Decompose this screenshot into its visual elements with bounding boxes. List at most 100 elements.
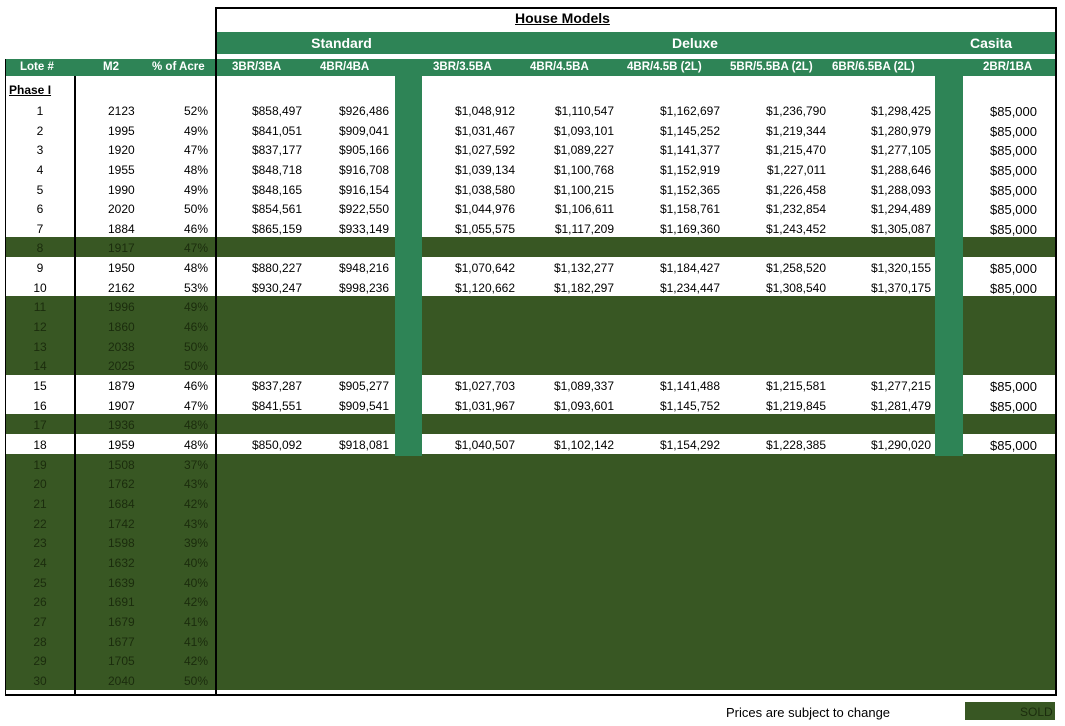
lot-number: 10	[33, 281, 47, 295]
price-cell: $948,216	[338, 261, 389, 275]
price-cell: $1,117,209	[554, 222, 614, 236]
lot-number: 22	[33, 517, 47, 531]
price-cell: $1,145,252	[659, 124, 720, 138]
price-cell: $1,027,703	[454, 379, 515, 393]
sold-row-band	[6, 454, 1056, 474]
lot-number: 3	[36, 143, 44, 157]
lot-number: 24	[33, 556, 47, 570]
sold-row-band	[6, 414, 1056, 434]
lot-m2: 1959	[108, 438, 135, 452]
price-cell: $1,027,592	[454, 143, 515, 157]
price-cell: $1,093,101	[553, 124, 614, 138]
lot-m2: 2123	[108, 104, 135, 118]
price-cell: $1,093,601	[553, 399, 614, 413]
price-cell: $926,486	[338, 104, 389, 118]
price-cell: $837,177	[251, 143, 302, 157]
price-cell: $1,106,611	[554, 202, 614, 216]
table-bottom-border	[5, 694, 1057, 696]
lot-acre-pct: 50%	[183, 674, 208, 688]
col-model-7: 6BR/6.5BA (2L)	[832, 61, 915, 73]
lot-acre-pct: 49%	[183, 124, 208, 138]
price-cell: $1,044,976	[454, 202, 515, 216]
lot-m2: 1907	[108, 399, 135, 413]
separator-band-standard-deluxe	[395, 76, 422, 456]
lot-m2: 1598	[108, 536, 135, 550]
price-cell: $854,561	[251, 202, 302, 216]
price-cell: $1,277,215	[870, 379, 931, 393]
sold-row-band	[6, 650, 1056, 670]
lot-acre-pct: 48%	[183, 261, 208, 275]
lot-number: 5	[36, 183, 44, 197]
price-cell: $1,288,093	[870, 183, 931, 197]
lot-number: 29	[33, 654, 47, 668]
page-title: House Models	[515, 10, 610, 26]
sold-row-band	[6, 316, 1056, 336]
lot-m2: 1879	[108, 379, 135, 393]
price-cell: $918,081	[338, 438, 389, 452]
lot-acre-pct: 50%	[183, 202, 208, 216]
lot-number: 11	[33, 300, 47, 314]
price-cell: $1,100,215	[553, 183, 614, 197]
lot-acre-pct: 40%	[183, 576, 208, 590]
price-cell: $1,089,337	[553, 379, 614, 393]
price-cell: $1,110,547	[554, 104, 614, 118]
price-cell: $1,039,134	[454, 163, 515, 177]
price-cell: $1,277,105	[870, 143, 931, 157]
price-cell: $1,219,344	[765, 124, 826, 138]
price-cell: $1,232,854	[765, 202, 826, 216]
lot-acre-pct: 46%	[183, 222, 208, 236]
sold-row-band	[6, 572, 1056, 592]
col-acre: % of Acre	[152, 61, 205, 73]
price-cell: $1,162,697	[659, 104, 720, 118]
lot-m2: 1639	[108, 576, 135, 590]
sold-row-band	[6, 591, 1056, 611]
lot-acre-pct: 49%	[183, 300, 208, 314]
lot-m2: 1691	[108, 595, 135, 609]
price-cell: $1,031,467	[454, 124, 515, 138]
lot-number: 6	[36, 202, 44, 216]
lot-m2: 2038	[108, 340, 135, 354]
price-cell: $1,234,447	[659, 281, 720, 295]
lot-number: 2	[36, 124, 44, 138]
lot-number: 8	[36, 241, 44, 255]
left-table-border	[5, 59, 6, 696]
lot-m2: 1936	[108, 418, 135, 432]
lot-number: 4	[36, 163, 44, 177]
price-cell: $1,055,575	[454, 222, 515, 236]
lot-m2: 1996	[108, 300, 135, 314]
price-cell: $1,308,540	[765, 281, 826, 295]
lot-m2: 1884	[108, 222, 135, 236]
lot-acre-pct: 42%	[183, 595, 208, 609]
price-cell: $880,227	[251, 261, 302, 275]
price-cell: $1,070,642	[454, 261, 515, 275]
group-casita-label: Casita	[969, 35, 1013, 51]
price-cell: $1,215,470	[765, 143, 826, 157]
lot-acre-pct: 43%	[183, 477, 208, 491]
lot-acre-pct: 48%	[183, 438, 208, 452]
lot-number: 1	[36, 104, 44, 118]
lot-m2: 1917	[108, 241, 135, 255]
price-cell: $858,497	[251, 104, 302, 118]
price-cell: $850,092	[251, 438, 302, 452]
lot-m2: 1632	[108, 556, 135, 570]
price-cell: $909,041	[338, 124, 389, 138]
price-cell: $1,152,919	[659, 163, 720, 177]
lot-number: 18	[33, 438, 47, 452]
price-cell: $998,236	[338, 281, 389, 295]
price-cell: $1,298,425	[870, 104, 931, 118]
lot-acre-pct: 41%	[183, 615, 208, 629]
lot-number: 13	[33, 340, 47, 354]
lot-acre-pct: 47%	[183, 241, 208, 255]
col-m2: M2	[103, 61, 119, 73]
price-cell: $1,089,227	[553, 143, 614, 157]
lot-number: 19	[33, 458, 47, 472]
lot-m2: 2020	[108, 202, 135, 216]
price-cell: $1,132,277	[553, 261, 614, 275]
price-cell: $905,166	[338, 143, 389, 157]
lot-number: 15	[33, 379, 47, 393]
sold-row-band	[6, 552, 1056, 572]
group-standard-label: Standard	[311, 35, 372, 51]
lot-m2: 1762	[108, 477, 135, 491]
price-cell: $841,051	[251, 124, 302, 138]
lot-m2: 1677	[108, 635, 135, 649]
